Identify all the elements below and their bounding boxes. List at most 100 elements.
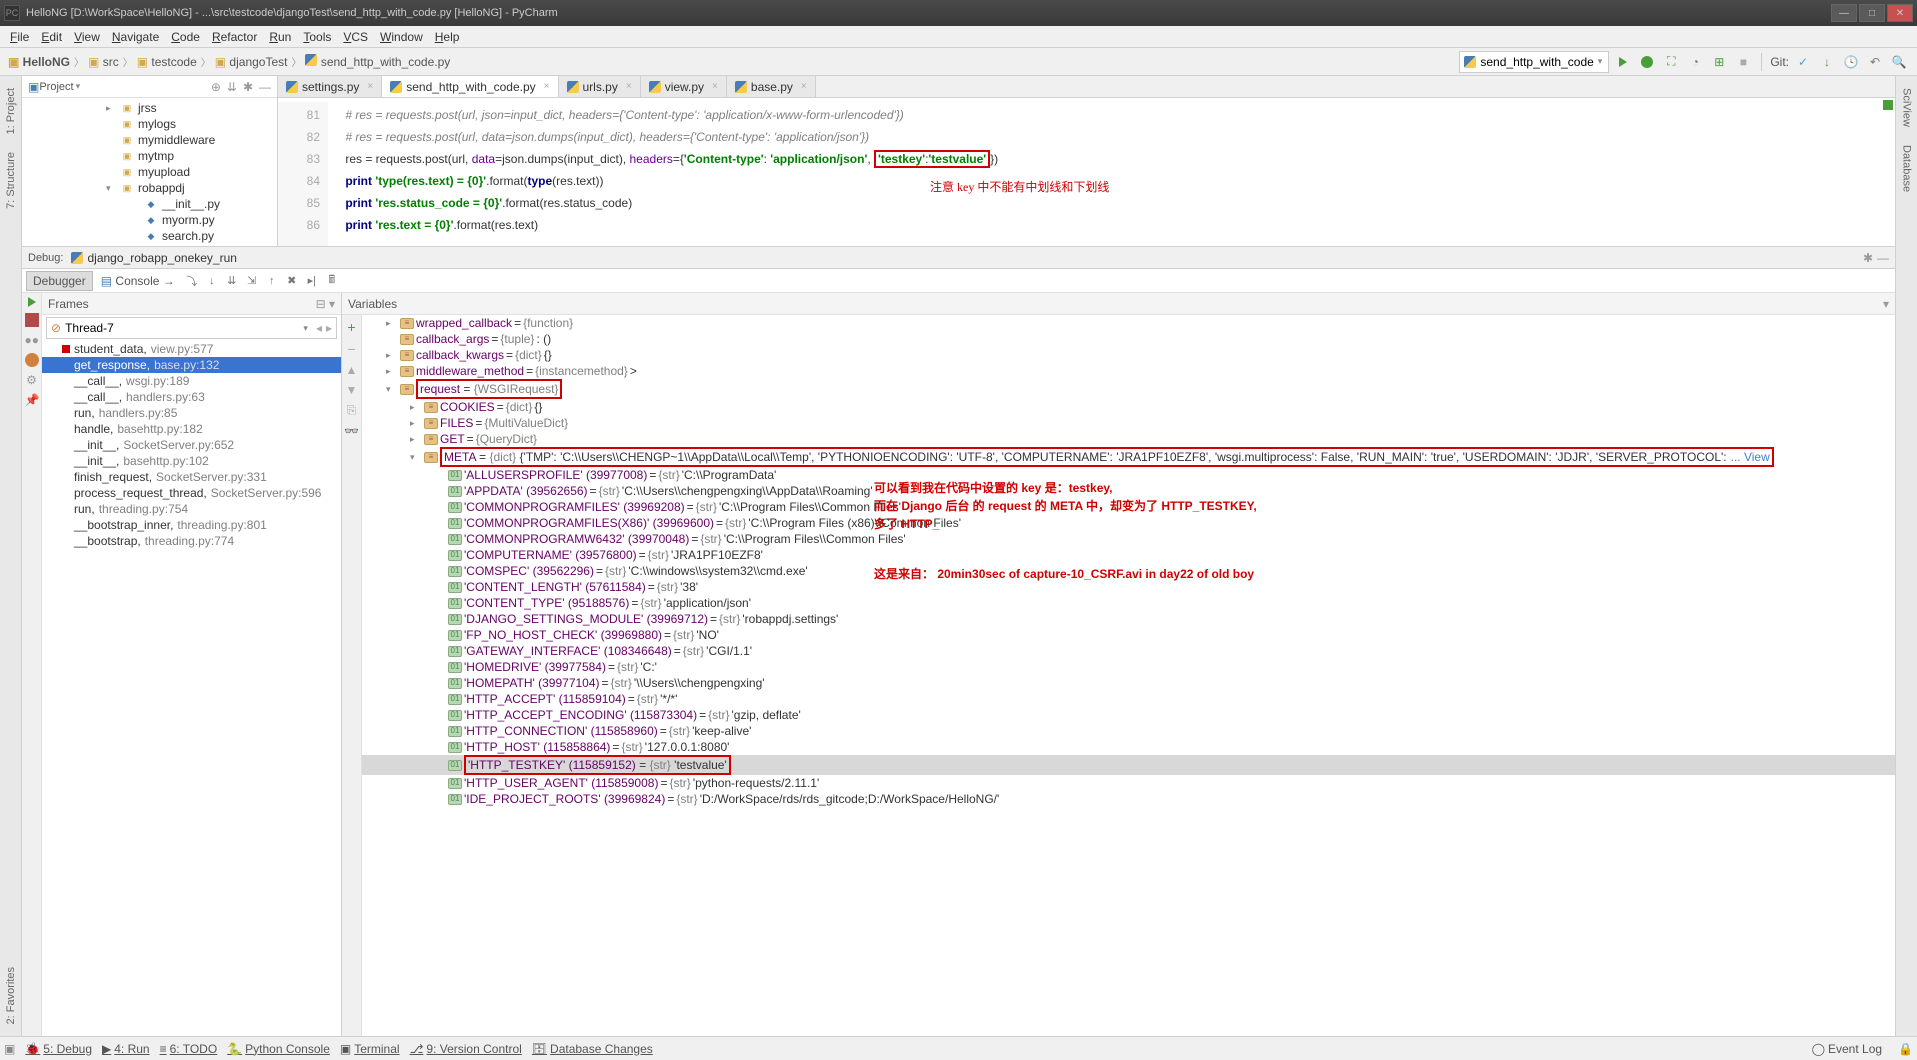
tool-sciview[interactable]: SciView — [1901, 84, 1913, 131]
frame-row[interactable]: finish_request, SocketServer.py:331 — [42, 469, 341, 485]
frame-row[interactable]: __bootstrap, threading.py:774 — [42, 533, 341, 549]
step-into-icon[interactable]: ↓ — [203, 272, 221, 290]
debug-config[interactable]: django_robapp_onekey_run — [71, 251, 236, 265]
pin-icon[interactable]: 📌 — [25, 393, 39, 407]
menu-navigate[interactable]: Navigate — [106, 28, 165, 46]
git-commit-button[interactable]: ↓ — [1817, 52, 1837, 72]
menu-refactor[interactable]: Refactor — [206, 28, 263, 46]
run-button[interactable] — [1613, 52, 1633, 72]
menu-edit[interactable]: Edit — [35, 28, 68, 46]
crumb-3[interactable]: ▣ djangoTest — [215, 55, 288, 69]
menu-help[interactable]: Help — [429, 28, 466, 46]
crumb-2[interactable]: ▣ testcode — [137, 55, 197, 69]
frame-row[interactable]: __init__, basehttp.py:102 — [42, 453, 341, 469]
tree-item[interactable]: ◆__init__.py — [22, 196, 277, 212]
restore-layout-icon[interactable]: ⊟ ▾ — [316, 297, 335, 311]
var-row[interactable]: 01 'GATEWAY_INTERFACE' (108346648) = {st… — [362, 643, 1895, 659]
var-row[interactable]: ▸≡ middleware_method = {instancemethod} … — [362, 363, 1895, 379]
crumb-0[interactable]: ▣ HelloNG — [8, 55, 70, 69]
var-row[interactable]: 01 'COMPUTERNAME' (39576800) = {str} 'JR… — [362, 547, 1895, 563]
var-row[interactable]: ▸≡ COOKIES = {dict} {} — [362, 399, 1895, 415]
var-row[interactable]: 01 'HTTP_TESTKEY' (115859152) = {str} 't… — [362, 755, 1895, 775]
tree-item[interactable]: ▣myupload — [22, 164, 277, 180]
down-icon[interactable]: ▼ — [346, 383, 358, 397]
project-tree[interactable]: ▸▣jrss▣mylogs▣mymiddleware▣mytmp▣myuploa… — [22, 98, 277, 246]
status-db-changes[interactable]: 🗄 Database Changes — [532, 1042, 653, 1056]
tool-database[interactable]: Database — [1901, 141, 1913, 196]
show-watches-icon[interactable]: 👓 — [344, 424, 359, 438]
maximize-button[interactable]: □ — [1859, 4, 1885, 22]
frame-row[interactable]: __call__, wsgi.py:189 — [42, 373, 341, 389]
tree-item[interactable]: ▣mylogs — [22, 116, 277, 132]
status-debug[interactable]: 🐞 5: Debug — [25, 1042, 92, 1056]
var-row[interactable]: ▾≡ META = {dict} {'TMP': 'C:\\Users\\CHE… — [362, 447, 1895, 467]
evaluate-icon[interactable]: 🖩 — [323, 272, 341, 290]
debug-button[interactable] — [1637, 52, 1657, 72]
remove-watch-icon[interactable]: − — [347, 341, 355, 357]
var-row[interactable]: 01 'CONTENT_TYPE' (95188576) = {str} 'ap… — [362, 595, 1895, 611]
settings-icon[interactable]: ✱ — [1863, 251, 1873, 265]
code-area[interactable]: 818283848586 # res = requests.post(url, … — [278, 98, 1895, 246]
editor-tab[interactable]: view.py× — [641, 76, 727, 97]
frames-list[interactable]: student_data, view.py:577get_response, b… — [42, 341, 341, 1036]
git-revert-button[interactable]: ↶ — [1865, 52, 1885, 72]
var-row[interactable]: 01 'HTTP_ACCEPT' (115859104) = {str} '*/… — [362, 691, 1895, 707]
run-to-cursor-icon[interactable]: ▸| — [303, 272, 321, 290]
status-python-console[interactable]: 🐍 Python Console — [227, 1042, 330, 1056]
frame-row[interactable]: get_response, base.py:132 — [42, 357, 341, 373]
frame-row[interactable]: student_data, view.py:577 — [42, 341, 341, 357]
step-out-icon[interactable]: ↑ — [263, 272, 281, 290]
var-row[interactable]: ▸≡ wrapped_callback = {function} — [362, 315, 1895, 331]
frame-row[interactable]: run, threading.py:754 — [42, 501, 341, 517]
hide-icon[interactable]: — — [1877, 251, 1889, 265]
menu-file[interactable]: File — [4, 28, 35, 46]
resume-icon[interactable] — [28, 297, 36, 307]
code-lines[interactable]: # res = requests.post(url, json=input_di… — [328, 102, 1895, 246]
frame-row[interactable]: run, handlers.py:85 — [42, 405, 341, 421]
settings-icon[interactable]: ✱ — [243, 80, 253, 94]
git-history-button[interactable]: 🕓 — [1841, 52, 1861, 72]
menu-run[interactable]: Run — [263, 28, 297, 46]
minimize-button[interactable]: — — [1831, 4, 1857, 22]
status-todo[interactable]: ≡ 6: TODO — [160, 1042, 218, 1056]
tool-structure[interactable]: 7: Structure — [5, 148, 17, 213]
var-row[interactable]: 01 'HOMEPATH' (39977104) = {str} '\\User… — [362, 675, 1895, 691]
crumb-1[interactable]: ▣ src — [88, 55, 119, 69]
settings-icon[interactable]: ⚙ — [25, 373, 39, 387]
up-icon[interactable]: ▲ — [346, 363, 358, 377]
var-row[interactable]: ▸≡ GET = {QueryDict} — [362, 431, 1895, 447]
var-row[interactable]: ▸≡ callback_kwargs = {dict} {} — [362, 347, 1895, 363]
tool-favorites[interactable]: 2: Favorites — [5, 963, 17, 1028]
stop-button[interactable]: ■ — [1733, 52, 1753, 72]
hide-icon[interactable]: — — [259, 80, 271, 94]
menu-code[interactable]: Code — [165, 28, 206, 46]
duplicate-icon[interactable]: ⎘ — [347, 403, 357, 418]
editor-tab[interactable]: base.py× — [727, 76, 816, 97]
step-over-icon[interactable]: ⤵ — [183, 272, 201, 290]
editor-tab[interactable]: urls.py× — [559, 76, 641, 97]
git-update-button[interactable]: ✓ — [1793, 52, 1813, 72]
tree-item[interactable]: ◆myorm.py — [22, 212, 277, 228]
status-vcs[interactable]: ⎇ 9: Version Control — [410, 1042, 522, 1056]
inspection-indicator[interactable] — [1883, 100, 1893, 110]
frame-row[interactable]: __bootstrap_inner, threading.py:801 — [42, 517, 341, 533]
var-row[interactable]: 01 'HTTP_HOST' (115858864) = {str} '127.… — [362, 739, 1895, 755]
search-button[interactable]: 🔍 — [1889, 52, 1909, 72]
menu-tools[interactable]: Tools — [297, 28, 337, 46]
crumb-4[interactable]: send_http_with_code.py — [305, 54, 450, 69]
status-terminal[interactable]: ▣ Terminal — [340, 1042, 400, 1056]
add-watch-icon[interactable]: + — [347, 319, 355, 335]
frame-row[interactable]: __call__, handlers.py:63 — [42, 389, 341, 405]
var-row[interactable]: ▸≡ FILES = {MultiValueDict} — [362, 415, 1895, 431]
var-row[interactable]: ▾≡ request = {WSGIRequest} — [362, 379, 1895, 399]
thread-selector[interactable]: ⊘ Thread-7 ▾ ◂▸ — [46, 317, 337, 339]
show-tool-windows-icon[interactable]: ▣ — [4, 1042, 15, 1056]
var-row[interactable]: ≡ callback_args = {tuple} : () — [362, 331, 1895, 347]
collapse-all-icon[interactable]: ⇊ — [227, 80, 237, 94]
run-config-selector[interactable]: send_http_with_code ▾ — [1459, 51, 1609, 73]
status-run[interactable]: ▶ 4: Run — [102, 1042, 150, 1056]
editor-tab[interactable]: settings.py× — [278, 76, 382, 97]
editor-tab[interactable]: send_http_with_code.py× — [382, 76, 558, 97]
menu-vcs[interactable]: VCS — [337, 28, 374, 46]
var-row[interactable]: 01 'HTTP_ACCEPT_ENCODING' (115873304) = … — [362, 707, 1895, 723]
